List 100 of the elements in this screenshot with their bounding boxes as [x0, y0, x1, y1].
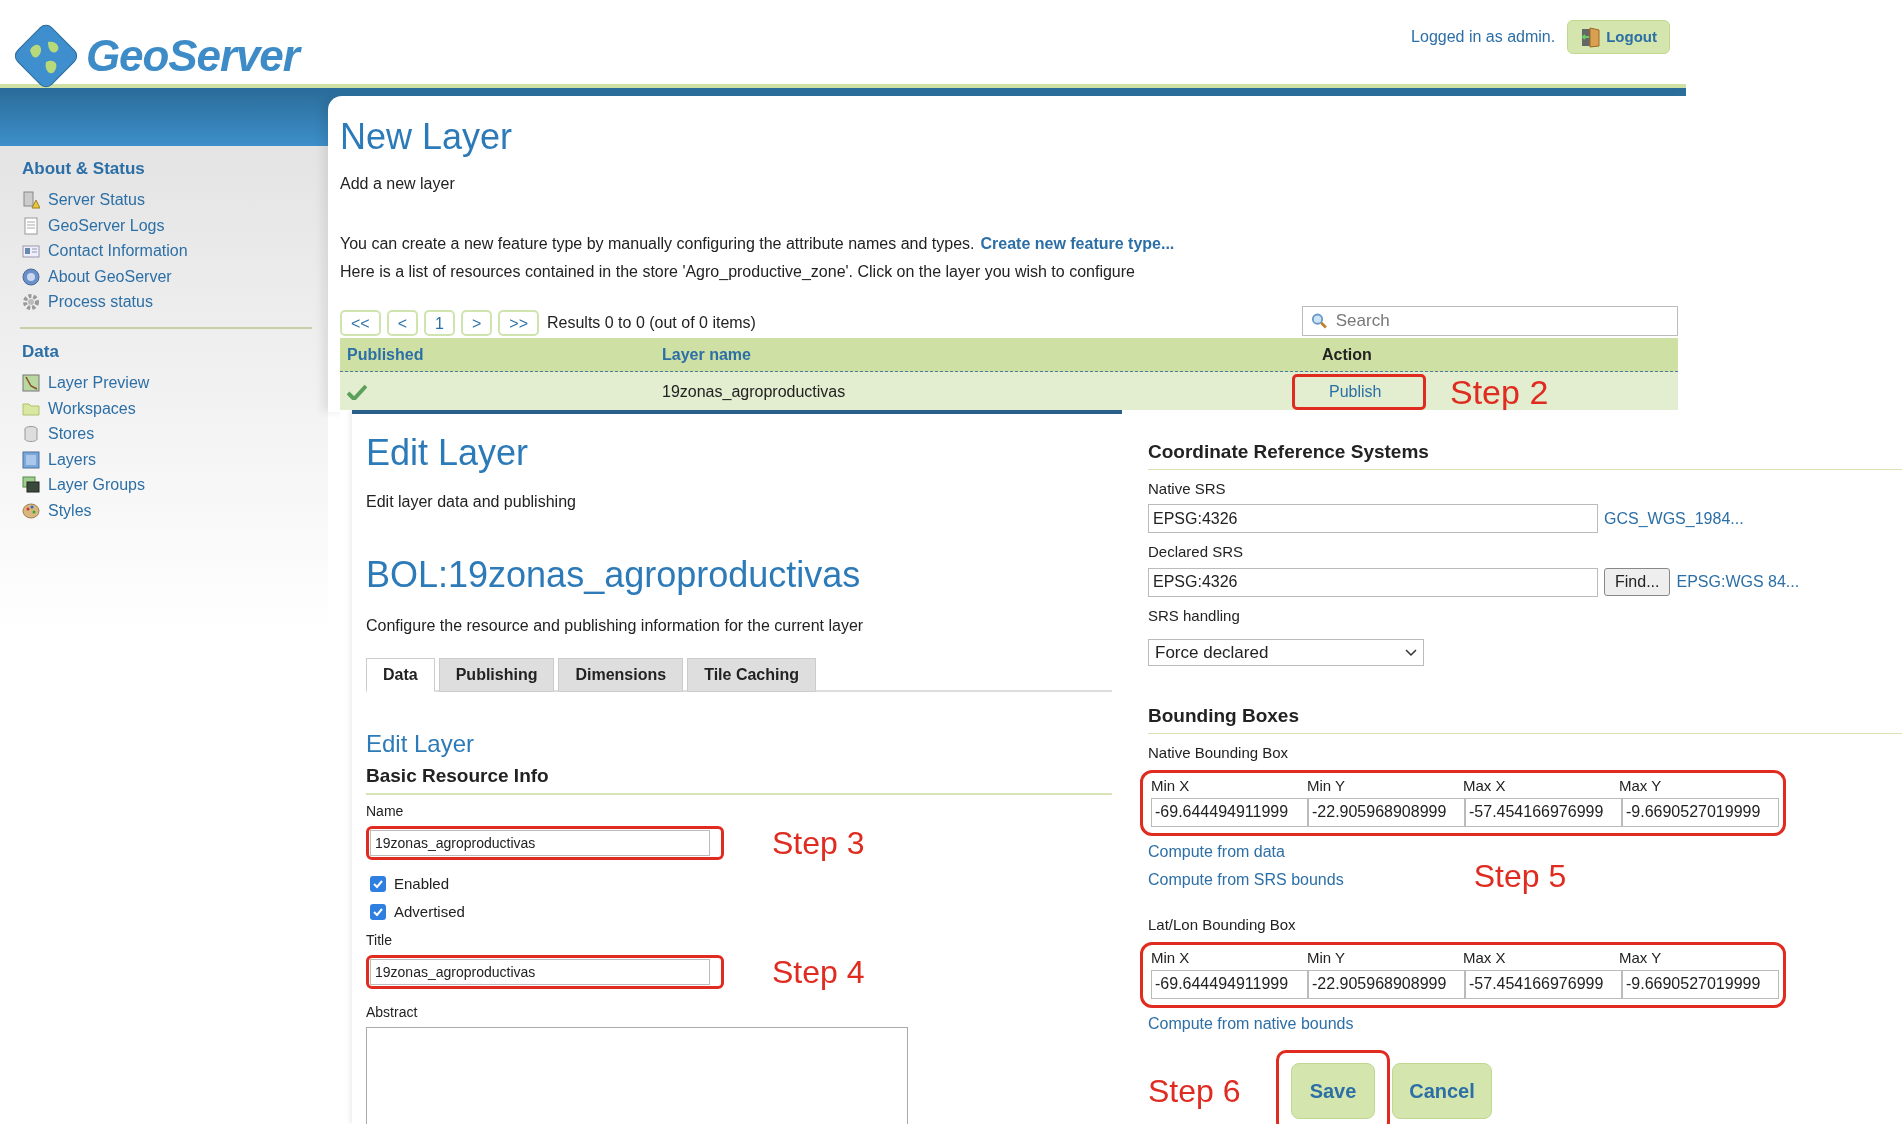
field-label: Native SRS: [1148, 478, 1227, 499]
checkbox[interactable]: [370, 875, 386, 892]
instructions-text: Here is a list of resources contained in the store 'Agro_productive_zone'. Click on the layer you wish to configure: [340, 262, 1136, 282]
pager-button[interactable]: >>: [498, 310, 539, 336]
search-field[interactable]: Search: [1302, 306, 1678, 336]
coordinate-input[interactable]: -9.6690527019999: [1622, 797, 1779, 827]
coordinate-input[interactable]: -69.644494911999: [1151, 969, 1308, 999]
field-label: SRS handling: [1148, 605, 1241, 626]
gear-icon: [22, 293, 40, 312]
coordinate-label: Min X: [1151, 948, 1191, 968]
coordinate-label: Max X: [1463, 948, 1507, 968]
pager-button[interactable]: <: [386, 310, 419, 336]
server-warning-icon: [22, 191, 40, 210]
coordinate-input[interactable]: -57.454166976999: [1465, 797, 1622, 827]
checkbox-label: Enabled: [394, 873, 450, 894]
save-button[interactable]: Save: [1291, 1062, 1375, 1119]
compute-link[interactable]: Compute from SRS bounds: [1148, 867, 1344, 892]
document-icon: [22, 216, 40, 235]
door-icon: [1580, 26, 1603, 48]
srs-link[interactable]: GCS_WGS_1984...: [1604, 506, 1744, 531]
text-input[interactable]: 19zonas_agroproductivas: [370, 829, 710, 856]
step-annotation: Step 5: [1473, 856, 1567, 896]
sidebar-item[interactable]: Layer Preview: [22, 370, 312, 396]
sidebar-item[interactable]: Styles: [22, 498, 312, 524]
layer-description: Configure the resource and publishing information for the current layer: [366, 616, 865, 636]
intro-text: You can create a new feature type by manually configuring the attribute names and types.: [340, 234, 975, 254]
find-button[interactable]: Find...: [1604, 568, 1671, 596]
step-annotation: Step 2: [1450, 371, 1549, 413]
sidebar-item[interactable]: Layers: [22, 447, 312, 473]
srs-link[interactable]: EPSG:WGS 84...: [1676, 570, 1800, 594]
checkbox-label: Advertised: [394, 902, 465, 922]
section-heading: Bounding Boxes: [1148, 702, 1902, 734]
layer-title: BOL:19zonas_agroproductivas: [366, 553, 862, 597]
step-annotation: Step 4: [772, 952, 865, 992]
sidebar-item[interactable]: Process status: [22, 289, 312, 315]
page-title: New Layer: [340, 115, 514, 159]
cancel-button[interactable]: Cancel: [1392, 1062, 1492, 1119]
sidebar-item[interactable]: Contact Information: [22, 238, 312, 264]
login-status-text: Logged in as admin.: [1411, 27, 1556, 47]
palette-icon: [22, 501, 40, 520]
table-cell-text: 19zonas_agroproductivas: [662, 382, 847, 402]
sidebar-section-title: Data: [22, 341, 60, 363]
database-icon: [22, 425, 40, 444]
field-label: Name: [366, 802, 405, 819]
layer-icon: [22, 450, 40, 469]
create-feature-type-link[interactable]: Create new feature type...: [980, 232, 1175, 256]
field-label: Declared SRS: [1148, 542, 1245, 562]
declared-srs-input[interactable]: EPSG:4326: [1148, 567, 1598, 597]
native-srs-input[interactable]: EPSG:4326: [1148, 504, 1598, 533]
compute-link[interactable]: Compute from data: [1148, 839, 1344, 864]
checkbox[interactable]: [370, 904, 386, 921]
layer-stack-icon: [22, 476, 40, 495]
pager-button[interactable]: 1: [424, 310, 455, 336]
search-icon: [1311, 312, 1328, 330]
tab[interactable]: Publishing: [438, 658, 555, 692]
coordinate-label: Max X: [1463, 776, 1507, 796]
sidebar-item[interactable]: Stores: [22, 421, 312, 447]
sidebar-section-title: About & Status: [22, 158, 146, 180]
logout-button[interactable]: Logout: [1567, 20, 1670, 54]
tab[interactable]: Tile Caching: [687, 658, 816, 692]
tab[interactable]: Dimensions: [558, 658, 684, 692]
panel-title: Edit Layer: [366, 431, 530, 475]
coordinate-label: Min Y: [1307, 948, 1347, 968]
coordinate-label: Min X: [1151, 776, 1191, 796]
sidebar-item[interactable]: About GeoServer: [22, 264, 312, 290]
field-label: Abstract: [366, 1002, 419, 1022]
coordinate-input[interactable]: -22.905968908999: [1308, 969, 1465, 999]
contact-card-icon: [22, 242, 40, 261]
sidebar-item[interactable]: Server Status: [22, 187, 312, 213]
section-title: Edit Layer: [366, 729, 476, 759]
map-preview-icon: [22, 374, 40, 393]
step-annotation: Step 3: [772, 823, 865, 863]
coordinate-input[interactable]: -22.905968908999: [1308, 797, 1465, 827]
srs-handling-dropdown[interactable]: Force declared: [1148, 639, 1424, 666]
sidebar-item[interactable]: GeoServer Logs: [22, 213, 312, 239]
tab[interactable]: Data: [366, 658, 435, 692]
chevron-down-icon: [1405, 648, 1417, 657]
compute-link[interactable]: Compute from native bounds: [1148, 1011, 1902, 1036]
section-heading: Coordinate Reference Systems: [1148, 438, 1902, 470]
page-subtitle: Add a new layer: [340, 174, 456, 194]
field-label: Title: [366, 931, 393, 948]
field-label: Native Bounding Box: [1148, 742, 1290, 763]
publish-link[interactable]: Publish: [1292, 374, 1426, 410]
coordinate-label: Min Y: [1307, 776, 1347, 796]
subsection-title: Basic Resource Info: [366, 762, 1112, 795]
column-header: Action: [1321, 344, 1373, 365]
sidebar-item[interactable]: Layer Groups: [22, 472, 312, 498]
panel-subtitle: Edit layer data and publishing: [366, 492, 577, 512]
coordinate-input[interactable]: -69.644494911999: [1151, 797, 1308, 827]
text-input[interactable]: 19zonas_agroproductivas: [370, 958, 710, 985]
pager-button[interactable]: >: [460, 310, 493, 336]
pager-button[interactable]: <<: [340, 310, 381, 336]
sidebar-item[interactable]: Workspaces: [22, 396, 312, 422]
coordinate-input[interactable]: -57.454166976999: [1465, 969, 1622, 999]
coordinate-input[interactable]: -9.6690527019999: [1622, 969, 1779, 999]
column-header: Layer name: [662, 344, 752, 365]
coordinate-label: Max Y: [1619, 948, 1663, 968]
field-label: Lat/Lon Bounding Box: [1148, 914, 1297, 935]
step-annotation: Step 6: [1148, 1071, 1242, 1111]
search-input[interactable]: Search: [1335, 308, 1669, 334]
